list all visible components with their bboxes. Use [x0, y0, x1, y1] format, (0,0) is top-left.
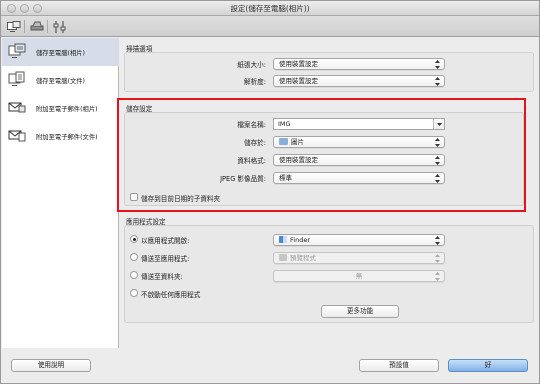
popup-arrows-icon [435, 174, 440, 183]
popup-arrows-icon [435, 272, 440, 281]
footer-bar: 使用說明 預設值 好 [1, 348, 539, 383]
data-format-popup[interactable]: 使用裝置設定 [273, 154, 445, 166]
subfolder-checkbox-label: 儲存到目前日期的子資料夾 [141, 195, 221, 203]
settings-window: 設定(儲存至電腦(相片)) 儲存至電腦(相片) 儲存至電腦(文件) 附加至電子郵… [0, 0, 540, 384]
scanner-icon [30, 21, 43, 31]
save-in-value: 圖片 [291, 138, 304, 146]
paper-size-label: 紙張大小: [237, 61, 266, 69]
resolution-label: 解析度: [243, 78, 266, 86]
send-to-app-label: 傳送至應用程式: [141, 255, 190, 263]
computer-scan-icon [6, 21, 20, 32]
settings-panel: 掃描選項 紙張大小: 使用裝置設定 解析度: 使用裝置設定 儲存設定 檔案名稱:… [120, 38, 540, 348]
scanner-tab[interactable] [28, 19, 45, 34]
sidebar: 儲存至電腦(相片) 儲存至電腦(文件) 附加至電子郵件(相片) 附加至電子郵件(… [2, 38, 119, 348]
send-to-folder-label: 傳送至資料夾: [141, 273, 183, 281]
data-format-label: 資料格式: [237, 157, 266, 165]
title-bar: 設定(儲存至電腦(相片)) [1, 1, 539, 16]
jpeg-quality-value: 標準 [279, 174, 292, 182]
send-to-app-value: 預覽程式 [290, 254, 316, 262]
defaults-button[interactable]: 預設值 [359, 359, 439, 372]
sidebar-item-save-photo[interactable]: 儲存至電腦(相片) [2, 38, 119, 66]
toolbar [1, 16, 539, 37]
popup-arrows-icon [435, 60, 440, 69]
general-settings-tab[interactable] [51, 19, 68, 34]
do-not-start-radio[interactable] [130, 289, 138, 297]
file-name-label: 檔案名稱: [237, 121, 266, 129]
tools-icon [53, 20, 65, 33]
email-document-icon [8, 130, 26, 142]
ok-button[interactable]: 好 [448, 359, 528, 372]
toolbar-divider [24, 20, 25, 33]
open-with-popup[interactable]: Finder [273, 234, 445, 246]
save-in-label: 儲存於: [243, 139, 266, 147]
sidebar-item-label: 儲存至電腦(文件) [36, 78, 85, 85]
do-not-start-label: 不啟動任何應用程式 [141, 291, 201, 299]
chevron-down-icon [437, 123, 442, 126]
sidebar-item-label: 儲存至電腦(相片) [36, 50, 85, 57]
open-with-label: 以應用程式開啟: [141, 237, 190, 245]
folder-icon [279, 138, 288, 145]
save-photo-icon [8, 43, 26, 58]
popup-arrows-icon [435, 77, 440, 86]
save-in-popup[interactable]: 圖片 [273, 136, 445, 148]
jpeg-quality-popup[interactable]: 標準 [273, 172, 445, 184]
popup-arrows-icon [435, 254, 440, 263]
data-format-value: 使用裝置設定 [279, 156, 318, 164]
sidebar-item-label: 附加至電子郵件(文件) [36, 134, 98, 141]
send-to-app-popup[interactable]: 預覽程式 [273, 252, 445, 264]
sidebar-item-save-document[interactable]: 儲存至電腦(文件) [2, 66, 119, 94]
sidebar-item-email-photo[interactable]: 附加至電子郵件(相片) [2, 94, 119, 122]
computer-scan-tab[interactable] [5, 19, 22, 34]
send-to-folder-radio[interactable] [130, 271, 138, 279]
window-title: 設定(儲存至電腦(相片)) [230, 4, 310, 13]
send-to-app-radio[interactable] [130, 253, 138, 261]
sidebar-item-label: 附加至電子郵件(相片) [36, 106, 98, 113]
resolution-popup[interactable]: 使用裝置設定 [273, 75, 445, 87]
sidebar-item-email-document[interactable]: 附加至電子郵件(文件) [2, 122, 119, 150]
subfolder-checkbox[interactable] [130, 193, 138, 201]
email-photo-icon [8, 102, 26, 113]
popup-arrows-icon [435, 156, 440, 165]
preview-app-icon [279, 254, 287, 261]
open-with-radio[interactable] [130, 235, 138, 243]
help-button[interactable]: 使用說明 [11, 359, 91, 372]
save-document-icon [8, 71, 25, 86]
more-functions-button[interactable]: 更多功能 [321, 305, 399, 318]
paper-size-popup[interactable]: 使用裝置設定 [273, 58, 445, 70]
popup-arrows-icon [435, 236, 440, 245]
jpeg-quality-label: JPEG 影像品質: [220, 175, 266, 183]
finder-icon [279, 236, 287, 243]
popup-arrows-icon [435, 138, 440, 147]
open-with-value: Finder [290, 236, 310, 244]
send-to-folder-value: 無 [355, 272, 363, 280]
paper-size-value: 使用裝置設定 [279, 60, 318, 68]
file-name-dropdown-button[interactable] [433, 119, 444, 129]
resolution-value: 使用裝置設定 [279, 77, 318, 85]
file-name-combobox[interactable]: IMG [273, 118, 445, 130]
send-to-folder-popup[interactable]: 無 [273, 270, 445, 282]
toolbar-divider [47, 20, 48, 33]
file-name-value: IMG [278, 120, 291, 128]
